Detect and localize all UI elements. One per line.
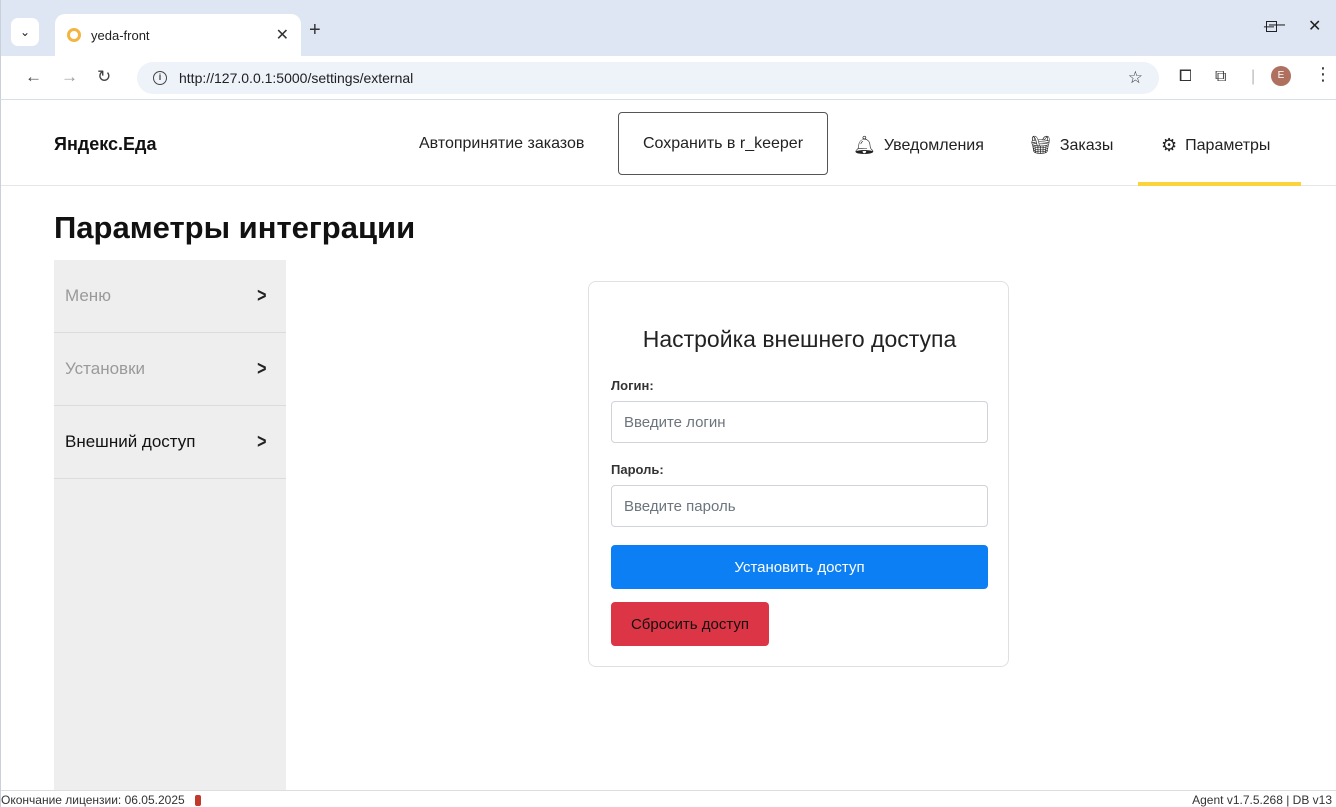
url-text: http://127.0.0.1:5000/settings/external — [179, 70, 414, 86]
active-tab-indicator — [1138, 182, 1301, 186]
nav-auto-accept-label: Автопринятие заказов — [419, 135, 585, 152]
plus-icon[interactable]: + — [309, 19, 321, 42]
maximize-icon[interactable] — [1266, 21, 1277, 32]
sidebar-item-label: Внешний доступ — [65, 432, 196, 451]
menu-icon[interactable]: ⋮ — [1314, 64, 1332, 85]
sidebar-item-external-access[interactable]: Внешний доступ > — [54, 406, 286, 479]
avatar[interactable]: E — [1271, 66, 1291, 86]
close-icon[interactable]: ✕ — [276, 25, 289, 45]
favicon-icon — [67, 28, 81, 42]
nav-settings-label: Параметры — [1185, 136, 1271, 154]
tab-search-icon[interactable]: ⌄ — [11, 18, 39, 46]
extensions-icon[interactable]: ⧉ — [1215, 68, 1226, 86]
nav-orders-label: Заказы — [1059, 136, 1114, 154]
browser-tab[interactable]: yeda-front ✕ — [55, 14, 301, 56]
save-to-rkeeper-button[interactable]: Сохранить в r_keeper — [618, 112, 828, 175]
license-text: Окончание лицензии: 06.05.2025 — [1, 793, 185, 807]
back-icon[interactable]: ← — [25, 67, 42, 87]
version-info: Agent v1.7.5.268 | DB v13 — [1192, 793, 1332, 807]
chevron-right-icon: > — [257, 284, 267, 307]
window-close-icon[interactable]: ✕ — [1308, 16, 1321, 36]
license-status-badge — [194, 794, 201, 806]
login-label: Логин: — [611, 378, 654, 393]
sidebar-item-menu[interactable]: Меню > — [54, 260, 286, 333]
chevron-right-icon: > — [257, 430, 267, 453]
url-input[interactable]: i http://127.0.0.1:5000/settings/externa… — [137, 62, 1159, 94]
toolbar-divider: | — [1251, 68, 1256, 85]
password-label: Пароль: — [611, 462, 664, 477]
info-icon[interactable]: i — [153, 71, 167, 85]
app-root: Яндекс.Еда Автопринятие заказов Сохранит… — [0, 100, 1336, 807]
chevron-right-icon: > — [257, 357, 267, 380]
card-title: Настройка внешнего доступа — [642, 326, 957, 352]
cast-icon[interactable]: ⧠ — [1179, 68, 1192, 86]
brand-logo[interactable]: Яндекс.Еда — [54, 134, 156, 155]
page-title: Параметры интеграции — [54, 210, 416, 245]
status-footer: Окончание лицензии: 06.05.2025 Agent v1.… — [1, 790, 1336, 807]
sidebar-item-label: Меню — [65, 286, 111, 305]
tab-title: yeda-front — [91, 27, 150, 43]
nav-notifications[interactable]: 🔔︎ Уведомления — [853, 135, 984, 156]
sidebar-item-installs[interactable]: Установки > — [54, 333, 286, 406]
top-navbar: Яндекс.Еда Автопринятие заказов Сохранит… — [1, 100, 1336, 186]
reload-icon[interactable]: ↻ — [97, 67, 111, 87]
browser-tab-bar: ⌄ yeda-front ✕ + — — [0, 0, 1336, 56]
gear-icon: ⚙ — [1161, 135, 1178, 155]
star-icon[interactable]: ☆ — [1128, 68, 1143, 88]
sidebar-item-label: Установки — [65, 359, 146, 378]
nav-notifications-label: Уведомления — [883, 136, 984, 154]
nav-orders[interactable]: 🧺︎ Заказы — [1029, 135, 1113, 156]
address-bar: ← → ↻ i http://127.0.0.1:5000/settings/e… — [0, 56, 1336, 100]
reset-access-button[interactable]: Сбросить доступ — [611, 602, 769, 646]
nav-auto-accept[interactable]: Автопринятие заказов — [419, 135, 584, 153]
forward-icon[interactable]: → — [61, 67, 78, 87]
external-access-card: Настройка внешнего доступа Логин: Пароль… — [588, 281, 1009, 667]
basket-icon: 🧺︎ — [1029, 135, 1052, 155]
license-info: Окончание лицензии: 06.05.2025 — [1, 793, 201, 807]
set-access-button[interactable]: Установить доступ — [611, 545, 988, 589]
login-input[interactable] — [611, 401, 988, 443]
settings-sidebar: Меню > Установки > Внешний доступ > — [54, 260, 286, 807]
nav-settings[interactable]: ⚙ Параметры — [1161, 135, 1270, 156]
password-input[interactable] — [611, 485, 988, 527]
bell-icon: 🔔︎ — [853, 135, 876, 155]
window-controls: ✕ — [1246, 14, 1336, 40]
